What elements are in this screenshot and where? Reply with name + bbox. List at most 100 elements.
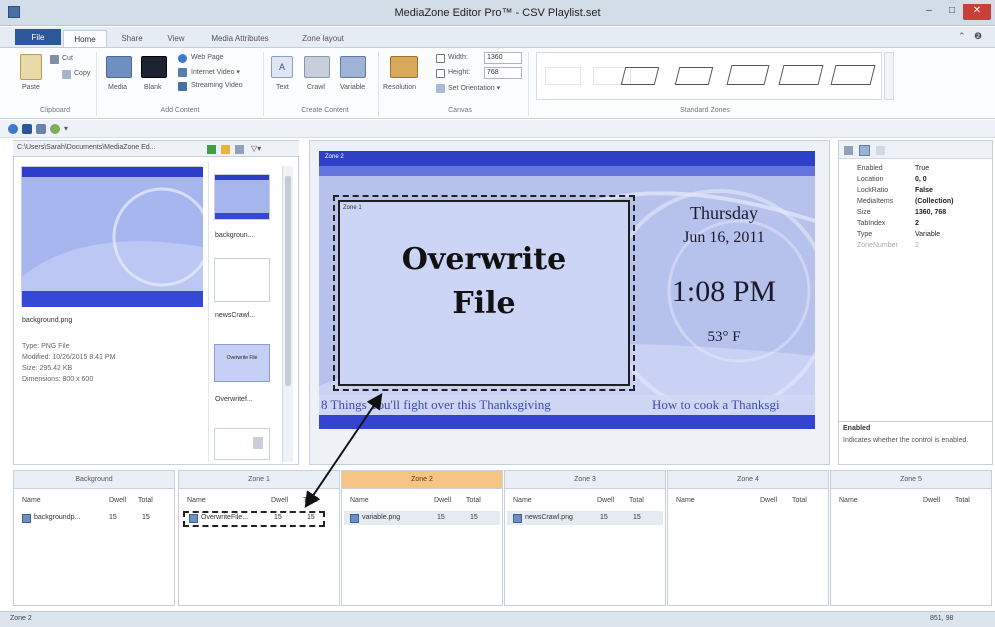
property-name[interactable]: Location: [857, 176, 883, 183]
globe-icon[interactable]: [178, 54, 187, 63]
property-pages-icon[interactable]: [876, 146, 885, 155]
maximize-button[interactable]: □: [941, 4, 963, 20]
property-name[interactable]: MediaItems: [857, 198, 893, 205]
internet-video-icon[interactable]: [178, 68, 187, 77]
zone-header-1[interactable]: Zone 1: [179, 471, 339, 489]
streaming-video-button[interactable]: Streaming Video: [191, 82, 243, 89]
zone-header-5[interactable]: Zone 5: [831, 471, 991, 489]
filter-icon[interactable]: ▽▾: [251, 144, 261, 153]
zone-file-name[interactable]: OverwriteFile...: [201, 514, 248, 521]
property-value[interactable]: 2: [915, 220, 919, 227]
property-value[interactable]: (Collection): [915, 198, 954, 205]
close-button[interactable]: ✕: [963, 4, 991, 20]
blank-icon[interactable]: [141, 56, 167, 78]
property-value[interactable]: Variable: [915, 231, 940, 238]
property-value[interactable]: 1360, 768: [915, 209, 946, 216]
internet-video-button[interactable]: Internet Video ▾: [191, 68, 240, 76]
property-name[interactable]: Type: [857, 231, 872, 238]
text-button[interactable]: Text: [276, 84, 289, 91]
layout-7-zone[interactable]: [830, 65, 876, 85]
gallery-scroll[interactable]: [884, 52, 894, 100]
layout-1-zone[interactable]: [545, 67, 581, 85]
property-name[interactable]: ZoneNumber: [857, 242, 898, 249]
property-value[interactable]: 0, 0: [915, 176, 927, 183]
col-dwell: Dwell: [109, 497, 127, 504]
thumb-overwrite-file[interactable]: Overwrite File: [214, 344, 270, 382]
zone-1-content[interactable]: Zone 1 Overwrite File: [338, 200, 630, 386]
categorized-icon[interactable]: [844, 146, 853, 155]
alphabetical-icon[interactable]: [859, 145, 870, 156]
cut-button[interactable]: Cut: [62, 55, 73, 62]
publish-icon[interactable]: [36, 124, 46, 134]
variable-button[interactable]: Variable: [340, 84, 365, 91]
folder-icon[interactable]: [221, 145, 230, 154]
add-media-icon[interactable]: [207, 145, 216, 154]
thumb-background[interactable]: [214, 174, 270, 220]
tab-share[interactable]: Share: [112, 30, 152, 47]
scrollbar-thumb[interactable]: [285, 176, 291, 386]
variable-icon[interactable]: [340, 56, 366, 78]
media-icon[interactable]: [106, 56, 132, 78]
zone-file-name[interactable]: variable.png: [362, 514, 400, 521]
preview-icon[interactable]: [50, 124, 60, 134]
zone-file-name[interactable]: newsCrawl.png: [525, 514, 573, 521]
col-name: Name: [676, 497, 695, 504]
thumb-variable[interactable]: [214, 428, 270, 460]
thumb-newscrawl[interactable]: [214, 258, 270, 302]
paste-button[interactable]: Paste: [22, 84, 40, 91]
file-icon: [22, 514, 31, 523]
view-icon[interactable]: [235, 145, 244, 154]
collapse-ribbon-icon[interactable]: ⌃: [958, 31, 966, 42]
zone-header-background[interactable]: Background: [14, 471, 174, 489]
tab-view[interactable]: View: [158, 30, 194, 47]
media-list-scrollbar[interactable]: [282, 166, 293, 462]
property-name[interactable]: Size: [857, 209, 871, 216]
property-value[interactable]: True: [915, 165, 929, 172]
col-dwell: Dwell: [760, 497, 778, 504]
help-icon[interactable]: ❷: [974, 31, 982, 42]
tab-zone-layout[interactable]: Zone layout: [288, 30, 358, 47]
col-dwell: Dwell: [434, 497, 452, 504]
layout-6-zone[interactable]: [778, 65, 824, 85]
paste-icon[interactable]: [20, 54, 42, 80]
copy-button[interactable]: Copy: [74, 70, 90, 77]
tab-media-attributes[interactable]: Media Attributes: [198, 30, 282, 47]
media-button[interactable]: Media: [108, 84, 127, 91]
property-name[interactable]: TabIndex: [857, 220, 885, 227]
zone-file-total: 15: [633, 514, 641, 521]
orientation-icon[interactable]: [436, 84, 445, 93]
width-input[interactable]: 1360: [484, 52, 522, 64]
zone-column-background: Background Name Dwell Total backgroundp.…: [13, 470, 175, 606]
crawl-icon[interactable]: [304, 56, 330, 78]
property-value[interactable]: False: [915, 187, 933, 194]
property-value[interactable]: 2: [915, 242, 919, 249]
zone-header-3[interactable]: Zone 3: [505, 471, 665, 489]
text-icon[interactable]: A: [271, 56, 293, 78]
resolution-icon[interactable]: [390, 56, 418, 78]
layout-3-zone[interactable]: [620, 67, 660, 85]
zone-file-name[interactable]: backgroundp...: [34, 514, 80, 521]
crawl-button[interactable]: Crawl: [307, 84, 325, 91]
height-input[interactable]: 768: [484, 67, 522, 79]
zone-header-2[interactable]: Zone 2: [342, 471, 502, 489]
resolution-button[interactable]: Resolution: [383, 84, 416, 91]
property-name[interactable]: Enabled: [857, 165, 883, 172]
layout-5-zone[interactable]: [726, 65, 770, 85]
streaming-video-icon[interactable]: [178, 82, 187, 91]
zone-header-4[interactable]: Zone 4: [668, 471, 828, 489]
tab-home[interactable]: Home: [63, 30, 107, 47]
layout-4-zone[interactable]: [674, 67, 714, 85]
refresh-icon[interactable]: [8, 124, 18, 134]
set-orientation-button[interactable]: Set Orientation ▾: [448, 84, 500, 92]
qat-menu-icon[interactable]: ▾: [64, 124, 70, 134]
copy-icon[interactable]: [62, 70, 71, 79]
cut-icon[interactable]: [50, 55, 59, 64]
web-page-button[interactable]: Web Page: [191, 54, 224, 61]
minimize-button[interactable]: –: [918, 4, 940, 20]
tab-file[interactable]: File: [15, 29, 61, 45]
zone-1-selection[interactable]: Zone 1 Overwrite File: [333, 195, 635, 391]
blank-button[interactable]: Blank: [144, 84, 162, 91]
property-name[interactable]: LockRatio: [857, 187, 888, 194]
path-text[interactable]: C:\Users\Sarah\Documents\MediaZone Ed...: [17, 144, 156, 151]
save-icon[interactable]: [22, 124, 32, 134]
